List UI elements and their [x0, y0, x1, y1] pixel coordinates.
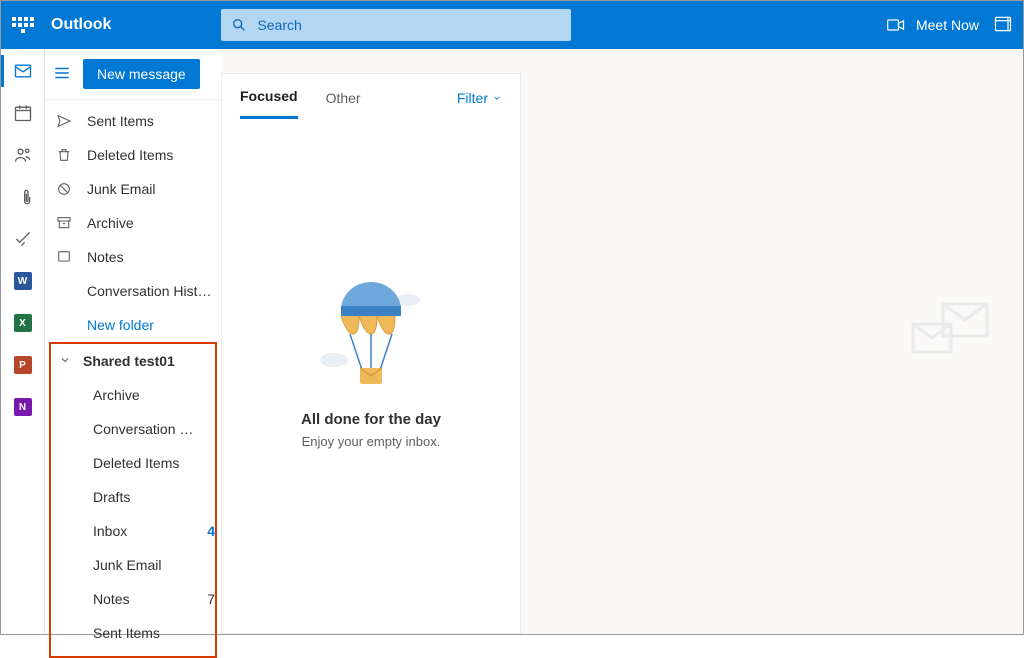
- empty-title: All done for the day: [222, 411, 520, 428]
- header-bar: Outlook Search Meet Now: [1, 1, 1023, 49]
- hamburger-icon[interactable]: [53, 64, 71, 85]
- my-day-icon[interactable]: [993, 14, 1013, 37]
- search-icon: [231, 17, 247, 33]
- onenote-app-icon[interactable]: N: [11, 395, 35, 419]
- trash-icon: [55, 146, 73, 164]
- reading-pane: [521, 49, 1023, 634]
- people-module-icon[interactable]: [11, 143, 35, 167]
- archive-icon: [55, 214, 73, 232]
- chevron-down-icon: [59, 353, 73, 369]
- tab-focused[interactable]: Focused: [240, 88, 298, 119]
- empty-state: All done for the day Enjoy your empty in…: [222, 120, 520, 449]
- shared-folder-drafts[interactable]: Drafts: [51, 480, 215, 514]
- block-icon: [55, 180, 73, 198]
- shared-folder-archive[interactable]: Archive: [51, 378, 215, 412]
- folder-pane: New message Sent Items Deleted Items Jun…: [45, 49, 221, 634]
- calendar-module-icon[interactable]: [11, 101, 35, 125]
- app-launcher-icon[interactable]: [11, 13, 35, 37]
- folder-deleted-items[interactable]: Deleted Items: [45, 138, 221, 172]
- chevron-down-icon: [492, 93, 502, 103]
- meet-now-button[interactable]: Meet Now: [886, 15, 979, 35]
- main: W X P N New message Sent Items Deleted I…: [1, 49, 1023, 634]
- shared-mailbox-header[interactable]: Shared test01: [51, 344, 215, 378]
- shared-folder-sent[interactable]: Sent Items: [51, 616, 215, 650]
- note-icon: [55, 248, 73, 266]
- shared-mailbox-highlight: Shared test01 Archive Conversation Hist……: [49, 342, 217, 658]
- folder-archive[interactable]: Archive: [45, 206, 221, 240]
- shared-folder-conversation-history[interactable]: Conversation Hist…: [51, 412, 215, 446]
- shared-folder-deleted[interactable]: Deleted Items: [51, 446, 215, 480]
- excel-app-icon[interactable]: X: [11, 311, 35, 335]
- video-icon: [886, 15, 906, 35]
- files-module-icon[interactable]: [11, 185, 35, 209]
- tab-other[interactable]: Other: [326, 90, 361, 118]
- shared-folder-inbox[interactable]: Inbox4: [51, 514, 215, 548]
- content-area: Focused Other Filter: [221, 49, 1023, 634]
- new-folder-link[interactable]: New folder: [45, 308, 221, 342]
- search-box[interactable]: Search: [221, 9, 571, 41]
- powerpoint-app-icon[interactable]: P: [11, 353, 35, 377]
- folder-sent-items[interactable]: Sent Items: [45, 104, 221, 138]
- balloon-illustration: [316, 270, 426, 390]
- mail-module-icon[interactable]: [11, 59, 35, 83]
- word-app-icon[interactable]: W: [11, 269, 35, 293]
- folder-notes[interactable]: Notes: [45, 240, 221, 274]
- left-rail: W X P N: [1, 49, 45, 634]
- shared-folder-junk[interactable]: Junk Email: [51, 548, 215, 582]
- folder-conversation-history[interactable]: Conversation Hist…: [45, 274, 221, 308]
- new-message-button[interactable]: New message: [83, 59, 200, 89]
- message-list-pane: Focused Other Filter: [221, 73, 521, 634]
- empty-subtitle: Enjoy your empty inbox.: [222, 434, 520, 449]
- filter-button[interactable]: Filter: [457, 90, 502, 118]
- ghost-mail-illustration: [883, 294, 1003, 394]
- todo-module-icon[interactable]: [11, 227, 35, 251]
- shared-folder-notes[interactable]: Notes7: [51, 582, 215, 616]
- send-icon: [55, 112, 73, 130]
- brand-label: Outlook: [51, 16, 111, 34]
- folder-junk[interactable]: Junk Email: [45, 172, 221, 206]
- search-placeholder: Search: [257, 17, 301, 33]
